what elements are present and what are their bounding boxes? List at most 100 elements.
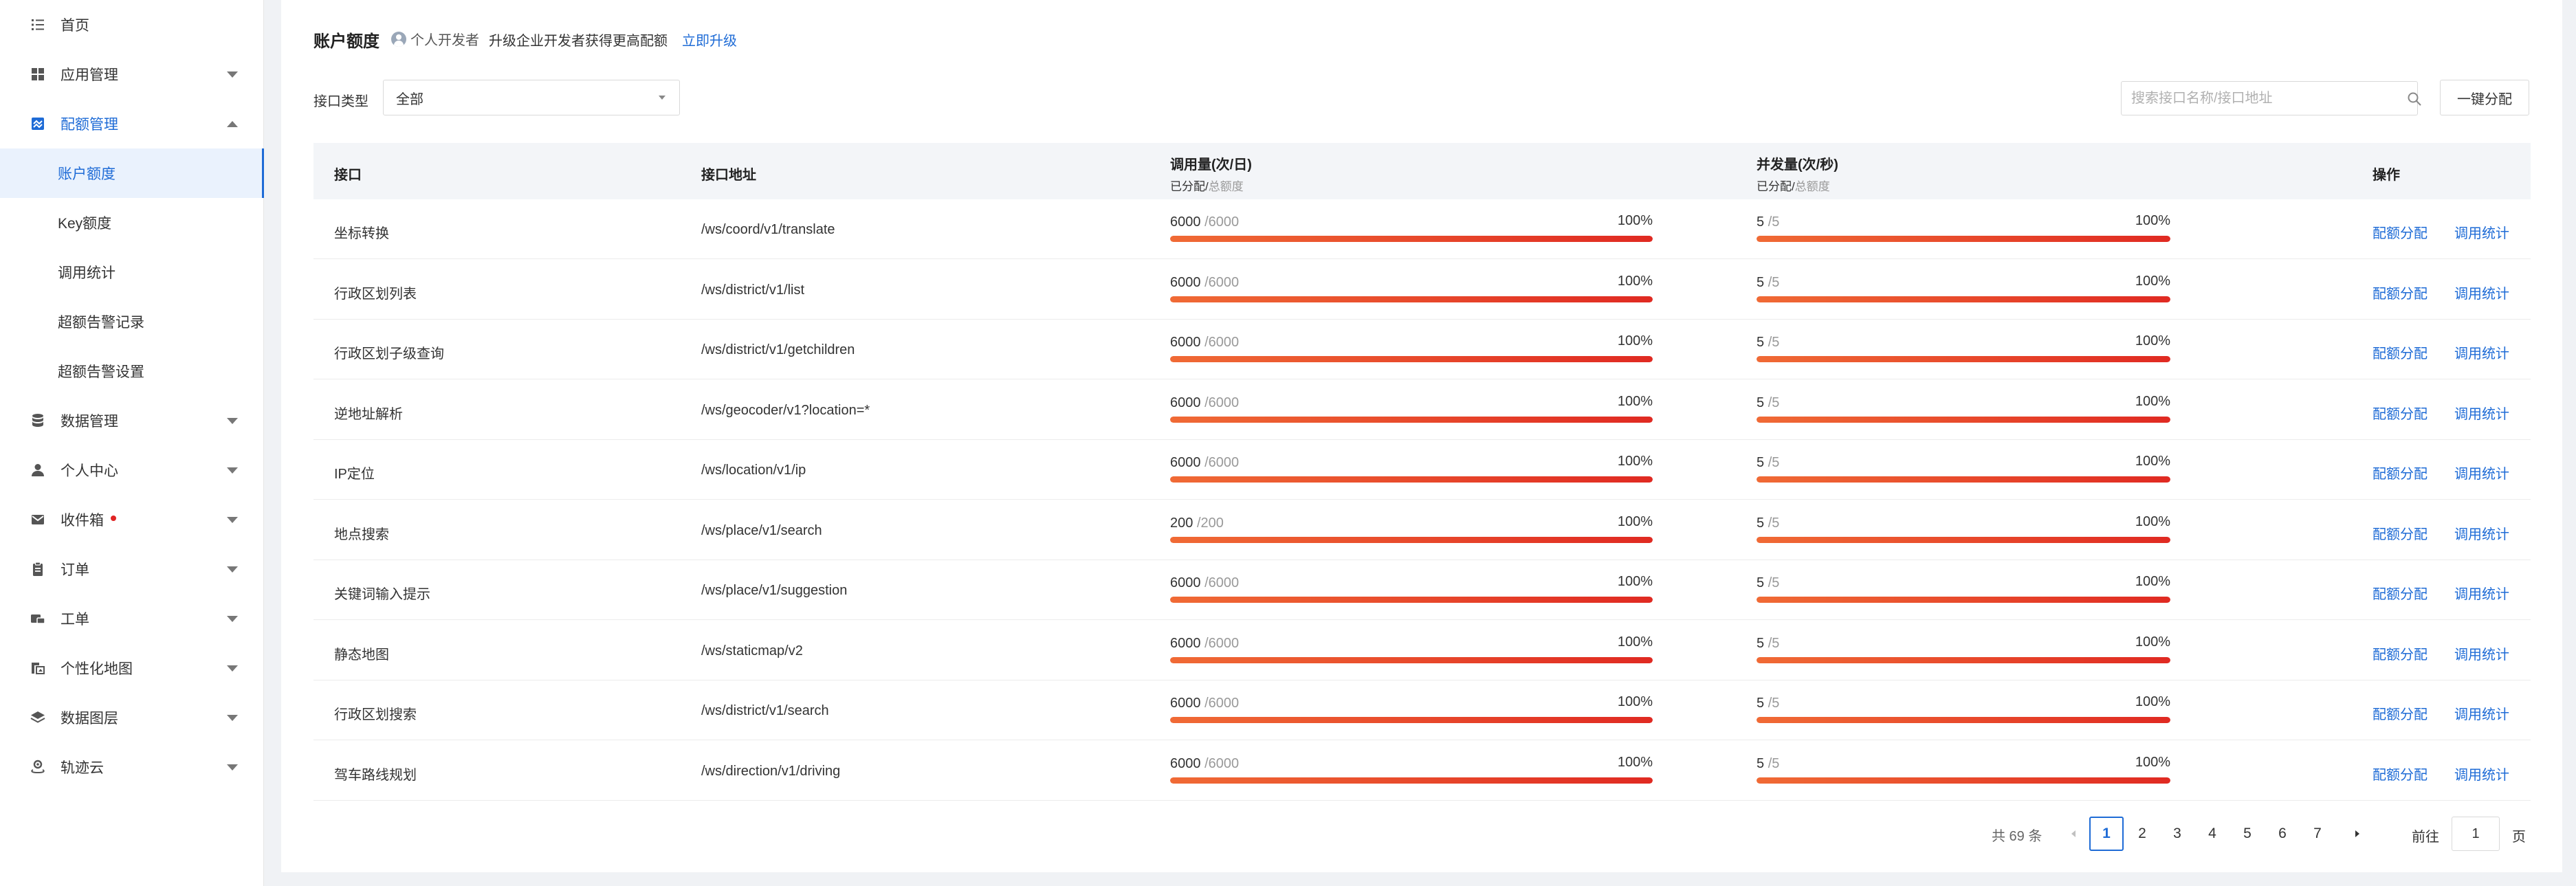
call-stats-link[interactable]: 调用统计 [2454,403,2509,423]
sidebar-item[interactable]: 收件箱 [0,495,264,544]
call-stats-link[interactable]: 调用统计 [2454,283,2509,302]
page-button[interactable]: 7 [2300,817,2335,851]
chevron-down-icon [227,517,238,523]
quota-allocate-link[interactable]: 配额分配 [2373,703,2428,723]
quota-allocate-link[interactable]: 配额分配 [2373,463,2428,483]
sidebar-item[interactable]: 数据图层 [0,693,264,742]
upgrade-link[interactable]: 立即升级 [682,30,737,49]
calls-percent: 100% [1617,754,1653,770]
quota-allocate-link[interactable]: 配额分配 [2373,403,2428,423]
concurrency-progress-bar [1757,597,2170,603]
sidebar-item[interactable]: 超额告警记录 [0,297,264,346]
page-button[interactable]: 1 [2089,817,2124,851]
quota-allocate-link[interactable]: 配额分配 [2373,523,2428,543]
concurrency-total: /5 [1768,696,1780,711]
call-stats-link[interactable]: 调用统计 [2454,583,2509,603]
sidebar-item[interactable]: 应用管理 [0,49,264,99]
next-page-button[interactable] [2347,823,2368,844]
goto-page-input[interactable] [2452,817,2500,851]
sidebar-item[interactable]: 超额告警设置 [0,346,264,396]
calls-usage: 6000 /6000 [1170,696,1239,711]
ticket-icon [29,610,47,627]
grid-icon [29,66,47,82]
calls-percent: 100% [1617,574,1653,589]
calls-used: 6000 [1170,335,1201,350]
call-stats-link[interactable]: 调用统计 [2454,764,2509,784]
prev-page-button[interactable] [2063,823,2084,844]
sidebar-item[interactable]: 配额管理 [0,99,264,148]
call-stats-link[interactable]: 调用统计 [2454,342,2509,362]
calls-progress-fill [1170,656,1653,663]
sidebar-item[interactable]: 个性化地图 [0,643,264,693]
table-row: 静态地图/ws/staticmap/v2 6000 /6000 100% 5 /5 10… [313,621,2531,680]
page-button[interactable]: 6 [2265,817,2300,851]
sidebar-item[interactable]: 工单 [0,594,264,643]
calls-percent: 100% [1617,513,1653,529]
calls-usage: 6000 /6000 [1170,455,1239,471]
sidebar-item[interactable]: 个人中心 [0,445,264,495]
quota-allocate-link[interactable]: 配额分配 [2373,583,2428,603]
quota-allocate-link[interactable]: 配额分配 [2373,283,2428,302]
sidebar-item[interactable]: 调用统计 [0,247,264,297]
sidebar-item[interactable]: 数据管理 [0,396,264,445]
quota-allocate-link[interactable]: 配额分配 [2373,764,2428,784]
concurrency-progress-fill [1757,356,2170,362]
concurrency-progress-bar [1757,777,2170,784]
concurrency-progress-fill [1757,656,2170,663]
allocate-all-button[interactable]: 一键分配 [2440,80,2529,115]
concurrency-total: /5 [1768,335,1780,350]
sidebar-item-label: 收件箱 [60,513,104,529]
chevron-down-icon [227,467,238,474]
concurrency-progress-fill [1757,597,2170,603]
quota-allocate-link[interactable]: 配额分配 [2373,643,2428,663]
call-stats-link[interactable]: 调用统计 [2454,643,2509,663]
concurrency-progress-fill [1757,777,2170,784]
page-button[interactable]: 3 [2160,817,2194,851]
calls-progress-bar [1170,717,1653,723]
concurrency-used: 5 [1757,696,1765,711]
concurrency-used: 5 [1757,755,1765,771]
concurrency-percent: 100% [2135,754,2170,770]
calls-percent: 100% [1617,333,1653,348]
api-name: IP定位 [334,467,375,482]
concurrency-progress-bar [1757,717,2170,723]
quota-allocate-link[interactable]: 配额分配 [2373,342,2428,362]
table-row: 行政区划子级查询/ws/district/v1/getchildren 6000 … [313,320,2531,379]
call-stats-link[interactable]: 调用统计 [2454,463,2509,483]
concurrency-used: 5 [1757,274,1765,290]
page-button[interactable]: 5 [2230,817,2265,851]
call-stats-link[interactable]: 调用统计 [2454,523,2509,543]
page-button[interactable]: 4 [2195,817,2230,851]
sidebar-item[interactable]: 轨迹云 [0,742,264,792]
sidebar-item[interactable]: Key额度 [0,198,264,247]
column-header-api: 接口 [334,168,362,183]
calls-progress-fill [1170,296,1653,302]
concurrency-progress-bar [1757,536,2170,543]
call-stats-link[interactable]: 调用统计 [2454,703,2509,723]
concurrency-used: 5 [1757,455,1765,470]
page-button[interactable]: 2 [2125,817,2159,851]
api-name: 行政区划子级查询 [334,346,444,362]
call-stats-link[interactable]: 调用统计 [2454,222,2509,242]
concurrency-percent: 100% [2135,513,2170,529]
api-type-select[interactable]: 全部 [383,80,680,115]
search-icon[interactable] [2407,91,2422,107]
calls-used: 200 [1170,515,1193,531]
concurrency-total: /5 [1768,395,1780,410]
sidebar-item-label: 首页 [60,18,89,34]
calls-progress-fill [1170,356,1653,362]
sidebar-item[interactable]: 账户额度 [0,148,264,198]
concurrency-progress-fill [1757,296,2170,302]
sidebar-item[interactable]: 首页 [0,0,264,49]
subheader-total: 总额度 [1794,180,1830,193]
quota-icon [29,115,47,132]
api-search-input[interactable] [2121,81,2418,115]
concurrency-progress-fill [1757,717,2170,723]
calls-used: 6000 [1170,395,1201,410]
quota-allocate-link[interactable]: 配额分配 [2373,222,2428,242]
concurrency-total: /5 [1768,455,1780,470]
concurrency-used: 5 [1757,335,1765,350]
calls-total: /6000 [1204,335,1240,350]
sidebar-item[interactable]: 订单 [0,544,264,594]
concurrency-used: 5 [1757,395,1765,410]
